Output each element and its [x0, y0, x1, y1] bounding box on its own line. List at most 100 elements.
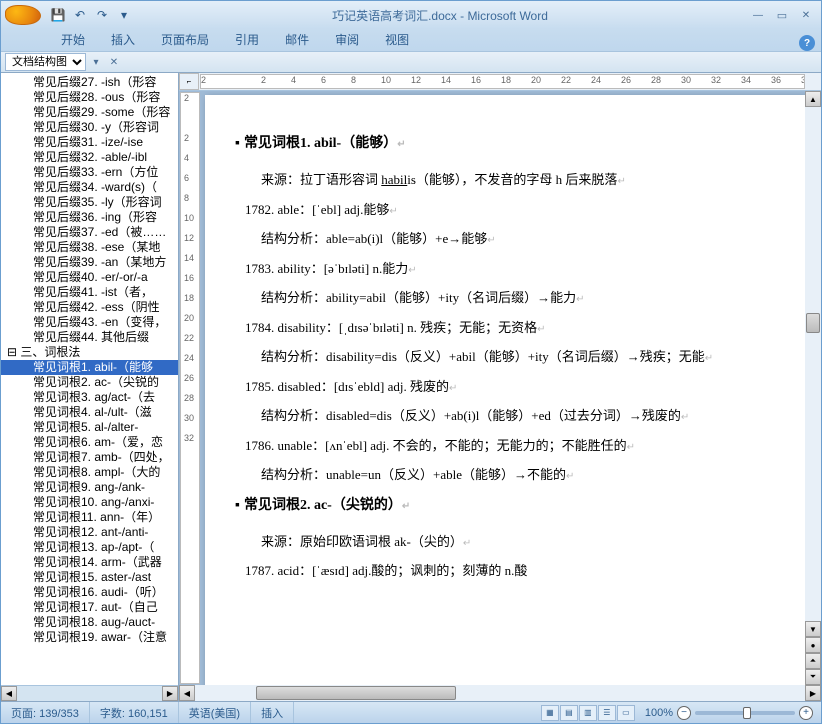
view-reading-icon[interactable]: ▤: [560, 705, 578, 721]
nav-item[interactable]: 常见词根9. ang-/ank-: [1, 480, 178, 495]
undo-icon[interactable]: ↶: [71, 6, 89, 24]
nav-item[interactable]: 常见词根18. aug-/auct-: [1, 615, 178, 630]
tab-insert[interactable]: 插入: [99, 28, 147, 51]
nav-item[interactable]: 常见后缀29. -some（形容: [1, 105, 178, 120]
nav-item[interactable]: 常见词根14. arm-（武器: [1, 555, 178, 570]
zoom-handle[interactable]: [743, 707, 751, 719]
help-icon[interactable]: ?: [799, 35, 815, 51]
nav-list[interactable]: 常见后缀27. -ish（形容常见后缀28. -ous（形容常见后缀29. -s…: [1, 73, 178, 685]
nav-close-icon[interactable]: ✕: [106, 54, 122, 70]
scroll-left-icon[interactable]: ◀: [1, 686, 17, 701]
nav-item[interactable]: 常见后缀30. -y（形容词: [1, 120, 178, 135]
scroll-right-icon[interactable]: ▶: [162, 686, 178, 701]
qat-dropdown-icon[interactable]: ▾: [115, 6, 133, 24]
save-icon[interactable]: 💾: [49, 6, 67, 24]
nav-dropdown-icon[interactable]: ▾: [88, 54, 104, 70]
nav-item[interactable]: 常见词根16. audi-（听）: [1, 585, 178, 600]
entry-1786-analysis: 结构分析：unable=un（反义）+able（能够）→不能的↵: [261, 465, 785, 485]
nav-item[interactable]: 常见词根10. ang-/anxi-: [1, 495, 178, 510]
nav-item[interactable]: 常见后缀33. -ern（方位: [1, 165, 178, 180]
nav-mode-select[interactable]: 文档结构图: [5, 53, 86, 71]
nav-item[interactable]: 常见后缀32. -able/-ibl: [1, 150, 178, 165]
heading-root-2: 常见词根2. ac-（尖锐的）↵: [235, 495, 785, 516]
nav-item[interactable]: 常见后缀43. -en（变得，: [1, 315, 178, 330]
view-web-icon[interactable]: ▥: [579, 705, 597, 721]
nav-item[interactable]: 常见词根5. al-/alter-: [1, 420, 178, 435]
scroll-right-icon[interactable]: ▶: [805, 685, 821, 701]
entry-1784-analysis: 结构分析：disability=dis（反义）+abil（能够）+ity（名词后…: [261, 347, 785, 367]
scroll-down-icon[interactable]: ▼: [805, 621, 821, 637]
nav-item[interactable]: 常见词根19. awar-（注意: [1, 630, 178, 645]
nav-item[interactable]: 常见词根11. ann-（年）: [1, 510, 178, 525]
nav-item[interactable]: 常见后缀27. -ish（形容: [1, 75, 178, 90]
nav-h-scrollbar[interactable]: ◀ ▶: [1, 685, 178, 701]
nav-item[interactable]: 常见词根3. ag/act-（去: [1, 390, 178, 405]
tab-layout[interactable]: 页面布局: [149, 28, 221, 51]
h-scroll-thumb[interactable]: [256, 686, 456, 700]
nav-item[interactable]: 常见后缀35. -ly（形容词: [1, 195, 178, 210]
nav-item[interactable]: 常见后缀34. -ward(s)（: [1, 180, 178, 195]
zoom-level[interactable]: 100%: [645, 707, 673, 719]
tab-review[interactable]: 审阅: [323, 28, 371, 51]
nav-item[interactable]: 常见后缀39. -an（某地方: [1, 255, 178, 270]
horizontal-scrollbar[interactable]: ◀ ▶: [179, 685, 821, 701]
nav-item[interactable]: 常见词根12. ant-/anti-: [1, 525, 178, 540]
entry-1783: 1783. ability：[əˈbɪləti] n.能力↵: [245, 259, 785, 279]
scroll-up-icon[interactable]: ▲: [805, 91, 821, 107]
page: 常见词根1. abil-（能够）↵ 来源：拉丁语形容词 habilis（能够），…: [205, 95, 805, 685]
zoom-out-button[interactable]: −: [677, 706, 691, 720]
nav-item[interactable]: 常见词根1. abil-（能够: [1, 360, 178, 375]
horizontal-ruler[interactable]: 22468101214161820222426283032343638: [200, 74, 805, 89]
nav-item[interactable]: 常见后缀40. -er/-or/-a: [1, 270, 178, 285]
scroll-left-icon[interactable]: ◀: [179, 685, 195, 701]
tab-mail[interactable]: 邮件: [273, 28, 321, 51]
close-button[interactable]: [795, 7, 817, 23]
entry-1782: 1782. able：[ˈebl] adj.能够↵: [245, 200, 785, 220]
document-map-pane: 常见后缀27. -ish（形容常见后缀28. -ous（形容常见后缀29. -s…: [1, 73, 179, 701]
vertical-scrollbar[interactable]: ▲ ▼ ● ⏶ ⏷: [805, 91, 821, 685]
status-insert-mode[interactable]: 插入: [251, 702, 294, 723]
nav-item[interactable]: 常见后缀36. -ing（形容: [1, 210, 178, 225]
nav-item[interactable]: 常见后缀42. -ess（阴性: [1, 300, 178, 315]
scroll-thumb[interactable]: [806, 313, 820, 333]
nav-item[interactable]: 常见后缀41. -ist（者，: [1, 285, 178, 300]
tab-view[interactable]: 视图: [373, 28, 421, 51]
status-language[interactable]: 英语(美国): [179, 702, 251, 723]
office-logo-icon[interactable]: [5, 5, 41, 25]
nav-item[interactable]: 常见词根4. al-/ult-（滋: [1, 405, 178, 420]
nav-item[interactable]: 常见词根2. ac-（尖锐的: [1, 375, 178, 390]
nav-item[interactable]: 常见词根15. aster-/ast: [1, 570, 178, 585]
statusbar: 页面: 139/353 字数: 160,151 英语(美国) 插入 ▦ ▤ ▥ …: [1, 701, 821, 723]
maximize-button[interactable]: [771, 7, 793, 23]
nav-item[interactable]: 常见后缀44. 其他后缀: [1, 330, 178, 345]
tab-references[interactable]: 引用: [223, 28, 271, 51]
nav-item[interactable]: 常见后缀28. -ous（形容: [1, 90, 178, 105]
redo-icon[interactable]: ↷: [93, 6, 111, 24]
view-print-layout-icon[interactable]: ▦: [541, 705, 559, 721]
nav-item[interactable]: 常见词根13. ap-/apt-（: [1, 540, 178, 555]
tab-home[interactable]: 开始: [49, 28, 97, 51]
status-word-count[interactable]: 字数: 160,151: [90, 702, 179, 723]
view-draft-icon[interactable]: ▭: [617, 705, 635, 721]
nav-section[interactable]: 三、词根法: [1, 345, 178, 360]
document-viewport[interactable]: 常见词根1. abil-（能够）↵ 来源：拉丁语形容词 habilis（能够），…: [201, 91, 805, 685]
nav-item[interactable]: 常见后缀37. -ed（被……: [1, 225, 178, 240]
ruler-toggle-icon[interactable]: ⌐: [179, 73, 199, 90]
zoom-slider[interactable]: [695, 711, 795, 715]
status-page[interactable]: 页面: 139/353: [1, 702, 90, 723]
heading-root-1: 常见词根1. abil-（能够）↵: [235, 133, 785, 154]
prev-page-icon[interactable]: ⏶: [805, 653, 821, 669]
browse-object-icon[interactable]: ●: [805, 637, 821, 653]
para-source-2: 来源：原始印欧语词根 ak-（尖的）↵: [261, 532, 785, 552]
nav-item[interactable]: 常见词根8. ampl-（大的: [1, 465, 178, 480]
nav-item[interactable]: 常见后缀31. -ize/-ise: [1, 135, 178, 150]
vertical-ruler[interactable]: 22468101214161820222426283032: [180, 92, 200, 684]
nav-item[interactable]: 常见后缀38. -ese（某地: [1, 240, 178, 255]
nav-item[interactable]: 常见词根6. am-（爱，恋: [1, 435, 178, 450]
view-outline-icon[interactable]: ☰: [598, 705, 616, 721]
minimize-button[interactable]: [747, 7, 769, 23]
nav-item[interactable]: 常见词根17. aut-（自己: [1, 600, 178, 615]
zoom-in-button[interactable]: +: [799, 706, 813, 720]
nav-item[interactable]: 常见词根7. amb-（四处，: [1, 450, 178, 465]
next-page-icon[interactable]: ⏷: [805, 669, 821, 685]
